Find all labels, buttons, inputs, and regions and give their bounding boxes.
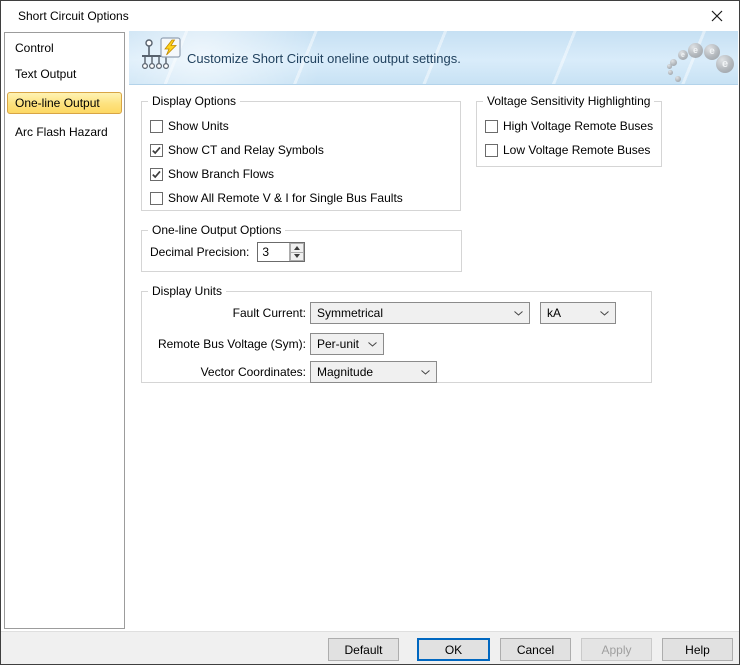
- button-label: OK: [445, 643, 462, 657]
- combo-value: kA: [541, 306, 593, 320]
- close-button[interactable]: [701, 3, 733, 29]
- sidebar-item-label: Arc Flash Hazard: [15, 125, 108, 139]
- button-label: Apply: [601, 643, 631, 657]
- sidebar-item-text-output[interactable]: Text Output: [7, 63, 122, 85]
- sidebar-item-label: Control: [15, 41, 54, 55]
- sidebar-item-control[interactable]: Control: [7, 37, 122, 59]
- fault-current-unit-combo[interactable]: kA: [540, 302, 616, 324]
- remote-bus-voltage-label: Remote Bus Voltage (Sym):: [146, 337, 306, 351]
- short-circuit-options-dialog: Short Circuit Options Customize Short Ci…: [0, 0, 740, 665]
- checkbox-row-show-units[interactable]: Show Units: [150, 114, 460, 138]
- footer-bar: Default OK Cancel Apply Help: [1, 631, 739, 664]
- checkbox-label: Low Voltage Remote Buses: [503, 143, 650, 157]
- close-icon: [711, 10, 723, 22]
- logo-circle: e: [678, 50, 688, 60]
- sidebar-item-one-line-output[interactable]: One-line Output: [7, 92, 122, 114]
- group-title: Display Options: [148, 94, 240, 108]
- fault-current-combo[interactable]: Symmetrical: [310, 302, 530, 324]
- checkbox-show-units[interactable]: [150, 120, 163, 133]
- titlebar: Short Circuit Options: [1, 1, 739, 31]
- checkbox-row-show-ct-relay[interactable]: Show CT and Relay Symbols: [150, 138, 460, 162]
- checkbox-label: Show All Remote V & I for Single Bus Fau…: [168, 191, 403, 205]
- checkbox-label: Show Units: [168, 119, 229, 133]
- checkbox-high-voltage-remote-buses[interactable]: [485, 120, 498, 133]
- group-one-line-output-options: One-line Output Options Decimal Precisio…: [141, 230, 462, 272]
- fault-current-row: Fault Current: Symmetrical kA: [142, 302, 616, 324]
- checkbox-label: High Voltage Remote Buses: [503, 119, 653, 133]
- group-display-options: Display Options Show Units Show CT and R…: [141, 101, 461, 211]
- logo-circle: [667, 64, 672, 69]
- chevron-down-icon: [507, 311, 529, 316]
- button-label: Help: [685, 643, 710, 657]
- group-voltage-sensitivity-highlighting: Voltage Sensitivity Highlighting High Vo…: [476, 101, 662, 167]
- window-title: Short Circuit Options: [18, 9, 129, 23]
- chevron-down-icon: [593, 311, 615, 316]
- checkbox-label: Show CT and Relay Symbols: [168, 143, 324, 157]
- checkbox-label: Show Branch Flows: [168, 167, 274, 181]
- vector-coordinates-row: Vector Coordinates: Magnitude: [142, 361, 437, 383]
- group-display-units: Display Units Fault Current: Symmetrical…: [141, 291, 652, 383]
- banner-message: Customize Short Circuit oneline output s…: [187, 31, 461, 85]
- group-title: Voltage Sensitivity Highlighting: [483, 94, 654, 108]
- combo-value: Symmetrical: [311, 306, 507, 320]
- ok-button[interactable]: OK: [417, 638, 490, 661]
- checkbox-show-branch-flows[interactable]: [150, 168, 163, 181]
- combo-value: Per-unit: [311, 337, 361, 351]
- cancel-button[interactable]: Cancel: [500, 638, 571, 661]
- oneline-diagram-lightning-icon: [139, 37, 183, 79]
- logo-circle: e: [704, 44, 720, 60]
- checkbox-show-all-remote-v-i[interactable]: [150, 192, 163, 205]
- default-button[interactable]: Default: [328, 638, 399, 661]
- chevron-down-icon: [414, 370, 436, 375]
- remote-bus-voltage-row: Remote Bus Voltage (Sym): Per-unit: [142, 333, 384, 355]
- group-title: One-line Output Options: [148, 223, 285, 237]
- up-arrow-icon: [294, 246, 300, 250]
- checkbox-row-show-branch-flows[interactable]: Show Branch Flows: [150, 162, 460, 186]
- decimal-precision-spinner[interactable]: 3: [257, 242, 305, 262]
- down-arrow-icon: [294, 254, 300, 258]
- sidebar-list: Control Text Output One-line Output Arc …: [4, 32, 125, 629]
- checkmark-icon: [151, 145, 162, 156]
- button-label: Default: [344, 643, 382, 657]
- banner: Customize Short Circuit oneline output s…: [129, 31, 738, 85]
- sidebar-item-label: One-line Output: [15, 96, 100, 110]
- vector-coordinates-label: Vector Coordinates:: [146, 365, 306, 379]
- checkbox-low-voltage-remote-buses[interactable]: [485, 144, 498, 157]
- checkbox-row-high-voltage[interactable]: High Voltage Remote Buses: [485, 114, 661, 138]
- decimal-precision-value[interactable]: 3: [258, 243, 289, 261]
- spin-up-button[interactable]: [290, 243, 304, 253]
- checkbox-show-ct-and-relay-symbols[interactable]: [150, 144, 163, 157]
- button-label: Cancel: [517, 643, 554, 657]
- sidebar-item-arc-flash-hazard[interactable]: Arc Flash Hazard: [7, 121, 122, 143]
- checkbox-row-show-all-remote[interactable]: Show All Remote V & I for Single Bus Fau…: [150, 186, 460, 210]
- decimal-precision-label: Decimal Precision:: [150, 245, 249, 259]
- logo-circle: e: [688, 43, 703, 58]
- spin-down-button[interactable]: [290, 253, 304, 262]
- help-button[interactable]: Help: [662, 638, 733, 661]
- checkbox-row-low-voltage[interactable]: Low Voltage Remote Buses: [485, 138, 661, 162]
- chevron-down-icon: [361, 342, 383, 347]
- sidebar-item-label: Text Output: [15, 67, 76, 81]
- logo-circle: e: [716, 55, 734, 73]
- checkmark-icon: [151, 169, 162, 180]
- spinner-buttons: [289, 243, 304, 261]
- remote-bus-voltage-combo[interactable]: Per-unit: [310, 333, 384, 355]
- vector-coordinates-combo[interactable]: Magnitude: [310, 361, 437, 383]
- fault-current-label: Fault Current:: [146, 306, 306, 320]
- logo-circle: [668, 70, 673, 75]
- logo-circle: [675, 76, 681, 82]
- group-title: Display Units: [148, 284, 226, 298]
- apply-button: Apply: [581, 638, 652, 661]
- combo-value: Magnitude: [311, 365, 414, 379]
